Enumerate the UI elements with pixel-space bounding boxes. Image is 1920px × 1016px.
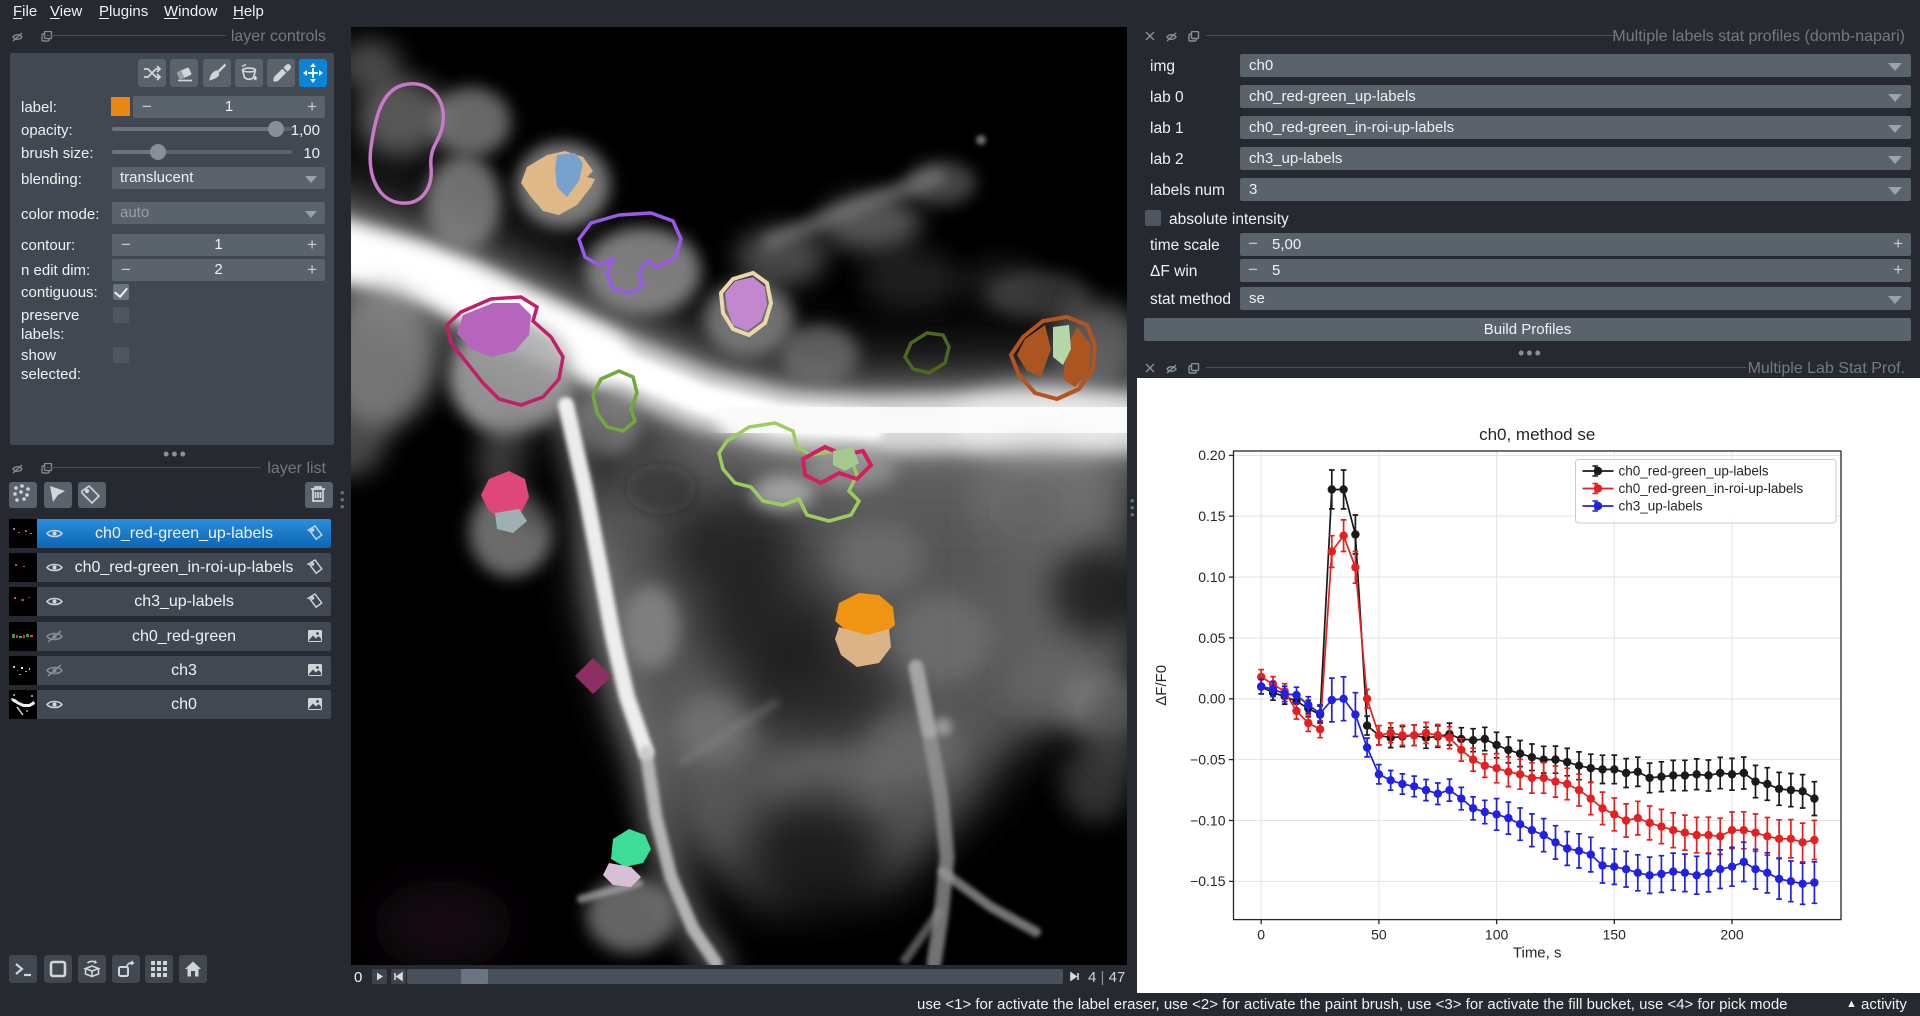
svg-text:100: 100: [1485, 927, 1509, 943]
svg-text:0.10: 0.10: [1198, 569, 1225, 585]
svg-text:0.05: 0.05: [1198, 630, 1225, 646]
svg-text:−0.15: −0.15: [1190, 873, 1226, 889]
svg-text:ch0, method se: ch0, method se: [1479, 425, 1595, 444]
svg-text:−0.05: −0.05: [1190, 751, 1226, 767]
svg-text:ΔF/F0: ΔF/F0: [1153, 665, 1170, 706]
svg-text:0.00: 0.00: [1198, 691, 1225, 707]
svg-text:0.15: 0.15: [1198, 508, 1225, 524]
svg-text:50: 50: [1371, 927, 1387, 943]
svg-text:ch0_red-green_up-labels: ch0_red-green_up-labels: [1619, 464, 1769, 479]
svg-text:0.20: 0.20: [1198, 447, 1225, 463]
svg-text:200: 200: [1720, 927, 1744, 943]
svg-text:−0.10: −0.10: [1190, 812, 1226, 828]
svg-text:Time, s: Time, s: [1513, 945, 1562, 962]
svg-text:0: 0: [1257, 927, 1265, 943]
svg-text:ch3_up-labels: ch3_up-labels: [1619, 499, 1703, 514]
svg-text:150: 150: [1603, 927, 1627, 943]
svg-text:ch0_red-green_in-roi-up-labels: ch0_red-green_in-roi-up-labels: [1619, 481, 1804, 496]
